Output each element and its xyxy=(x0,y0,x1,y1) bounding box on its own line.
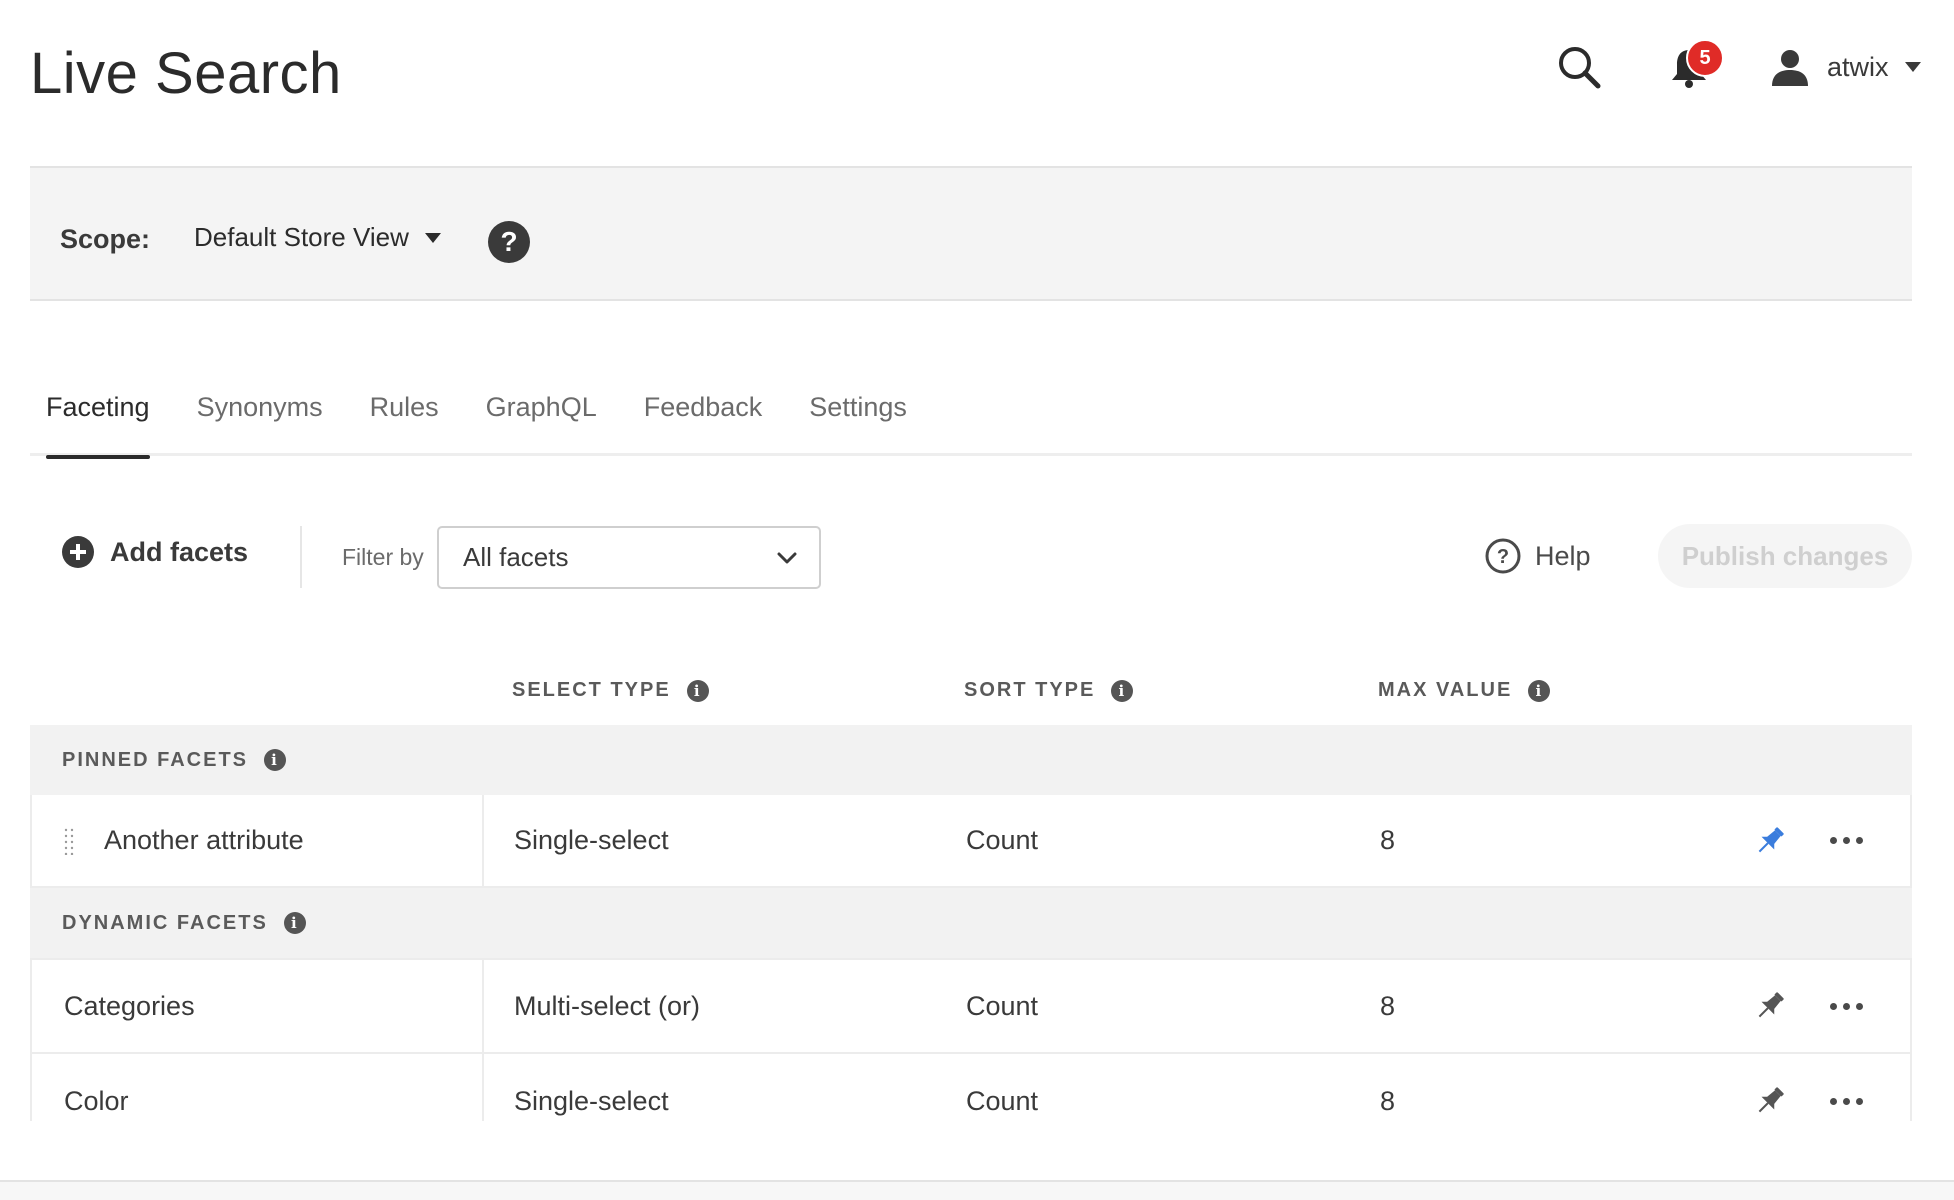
plus-circle-icon xyxy=(62,536,94,568)
info-icon[interactable]: i xyxy=(283,912,306,934)
filter-value: All facets xyxy=(463,542,569,572)
tab-synonyms[interactable]: Synonyms xyxy=(181,380,339,456)
more-dots-icon xyxy=(1842,1097,1850,1105)
more-dots-icon xyxy=(1855,837,1863,844)
tab-settings[interactable]: Settings xyxy=(793,380,923,456)
table-header: SELECT TYPE i SORT TYPE i MAX VALUE i xyxy=(30,665,1912,715)
header-actions: 5 atwix xyxy=(1494,36,1954,96)
filter-label: Filter by xyxy=(342,544,424,570)
pin-icon xyxy=(1758,992,1784,1018)
section-title: PINNED FACETS xyxy=(62,748,249,771)
more-dots-icon xyxy=(1829,837,1837,844)
pin-button[interactable] xyxy=(1748,984,1792,1028)
max-value: 8 xyxy=(1380,825,1396,855)
info-icon[interactable]: i xyxy=(264,749,287,771)
facet-name: Another attribute xyxy=(104,825,304,855)
more-dots-icon xyxy=(1829,1002,1837,1010)
facets-toolbar: Add facets Filter by All facets ? Help P… xyxy=(30,520,1912,592)
tab-faceting[interactable]: Faceting xyxy=(30,380,166,459)
tab-rules[interactable]: Rules xyxy=(354,380,455,456)
add-facets-label: Add facets xyxy=(110,536,249,567)
info-icon[interactable]: i xyxy=(1528,679,1551,702)
facet-name-cell: Another attribute xyxy=(32,795,484,886)
facet-name-cell: Categories xyxy=(32,960,484,1052)
help-button[interactable]: ? Help xyxy=(1485,538,1591,574)
facet-name: Color xyxy=(64,1085,129,1116)
max-value: 8 xyxy=(1380,990,1396,1021)
more-actions-button[interactable] xyxy=(1824,1079,1868,1123)
scope-help-button[interactable]: ? xyxy=(487,220,531,264)
column-max-value: MAX VALUE i xyxy=(1378,679,1551,702)
user-menu[interactable]: atwix xyxy=(1769,42,1921,92)
caret-down-icon xyxy=(424,232,441,243)
column-sort-type: SORT TYPE i xyxy=(964,679,1134,702)
page-title: Live Search xyxy=(30,41,342,106)
add-facets-button[interactable]: Add facets xyxy=(62,536,248,568)
more-dots-icon xyxy=(1842,1002,1850,1010)
notifications-badge: 5 xyxy=(1686,39,1724,77)
scope-bar: Scope: Default Store View ? xyxy=(30,166,1912,301)
select-type-value: Multi-select (or) xyxy=(514,990,701,1021)
caret-down-icon xyxy=(1904,62,1921,72)
column-select-type-label: SELECT TYPE xyxy=(512,679,671,701)
question-circle-outline-icon: ? xyxy=(1485,538,1521,574)
scope-switcher[interactable]: Default Store View xyxy=(194,222,441,253)
column-sort-type-label: SORT TYPE xyxy=(964,679,1096,701)
info-icon[interactable]: i xyxy=(1111,679,1134,702)
tab-bar: Faceting Synonyms Rules GraphQL Feedback… xyxy=(30,380,1912,459)
column-select-type: SELECT TYPE i xyxy=(512,679,709,702)
chevron-down-icon xyxy=(777,552,797,563)
filter-dropdown[interactable]: All facets xyxy=(437,526,821,589)
sort-type-value: Count xyxy=(966,990,1039,1021)
svg-text:?: ? xyxy=(1497,546,1509,568)
tab-feedback[interactable]: Feedback xyxy=(628,380,779,456)
tab-graphql[interactable]: GraphQL xyxy=(470,380,613,456)
info-icon[interactable]: i xyxy=(686,679,709,702)
pin-button[interactable] xyxy=(1748,1079,1792,1123)
section-title: DYNAMIC FACETS xyxy=(62,911,268,934)
pinned-facets-section: PINNED FACETS i xyxy=(30,725,1912,795)
search-icon xyxy=(1559,47,1601,89)
svg-text:?: ? xyxy=(500,226,517,257)
select-type-value: Single-select xyxy=(514,825,669,855)
sort-type-value: Count xyxy=(966,825,1039,855)
scope-value: Default Store View xyxy=(194,222,409,252)
more-actions-button[interactable] xyxy=(1824,819,1868,863)
more-dots-icon xyxy=(1855,1097,1863,1105)
footer xyxy=(0,1182,1954,1200)
pin-icon xyxy=(1758,1087,1784,1113)
column-max-value-label: MAX VALUE xyxy=(1378,679,1513,701)
more-actions-button[interactable] xyxy=(1824,984,1868,1028)
search-button[interactable] xyxy=(1554,42,1604,92)
more-dots-icon xyxy=(1855,1002,1863,1010)
toolbar-divider xyxy=(300,526,302,588)
more-dots-icon xyxy=(1829,1097,1837,1105)
user-name: atwix xyxy=(1827,51,1889,82)
facet-name: Categories xyxy=(64,990,195,1021)
table-row[interactable]: Another attribute Single-select Count 8 xyxy=(30,795,1912,888)
publish-changes-button[interactable]: Publish changes xyxy=(1658,524,1912,588)
question-circle-icon: ? xyxy=(488,221,530,263)
help-label: Help xyxy=(1535,540,1591,571)
user-icon xyxy=(1772,50,1808,86)
unpin-button[interactable] xyxy=(1748,819,1792,863)
drag-handle-icon[interactable] xyxy=(64,827,74,855)
table-row[interactable]: Categories Multi-select (or) Count 8 xyxy=(30,958,1912,1054)
pin-icon xyxy=(1758,826,1784,852)
more-dots-icon xyxy=(1842,837,1850,844)
scope-label: Scope: xyxy=(60,224,151,254)
dynamic-facets-section: DYNAMIC FACETS i xyxy=(30,888,1912,958)
